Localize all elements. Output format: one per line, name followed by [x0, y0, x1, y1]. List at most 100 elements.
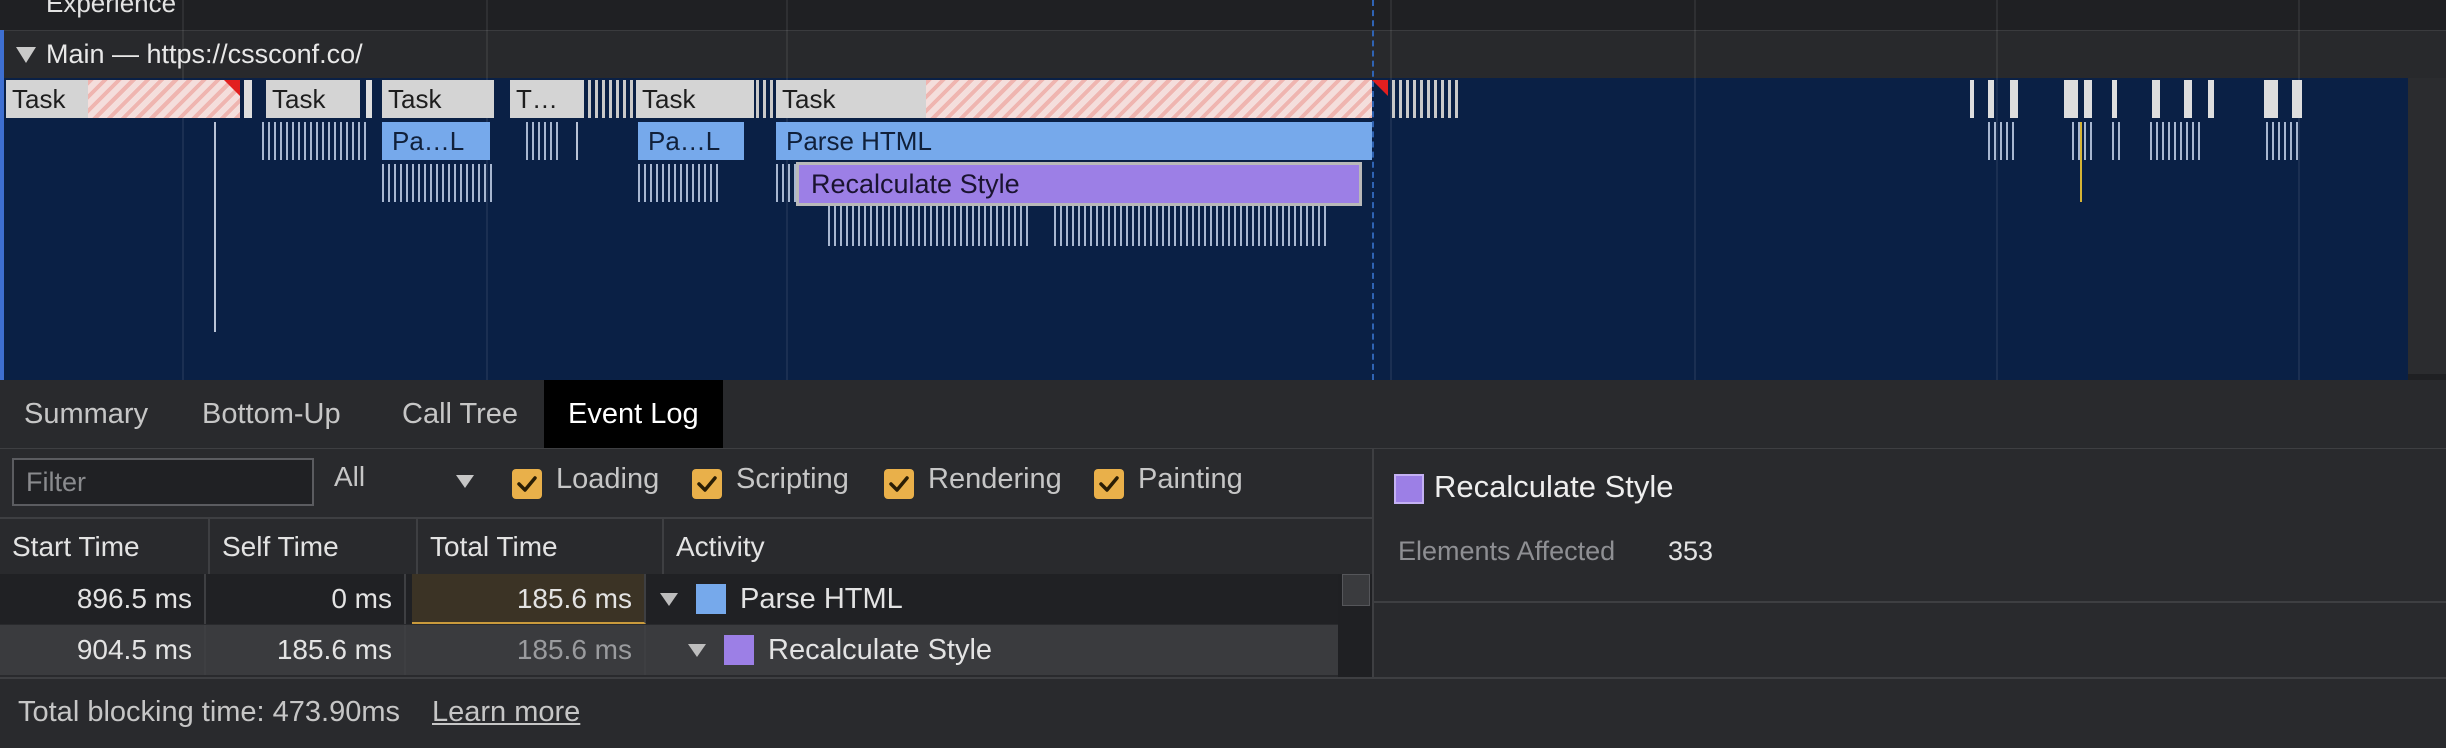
column-self-time[interactable]: Self Time	[210, 519, 418, 574]
details-tab-bar: Summary Bottom-Up Call Tree Event Log	[0, 380, 2446, 449]
task-block[interactable]: Task	[636, 80, 754, 118]
call-slivers	[638, 164, 718, 202]
call-slivers	[776, 164, 796, 202]
task-sliver[interactable]	[2112, 80, 2117, 118]
table-header: Start Time Self Time Total Time Activity	[0, 517, 1372, 576]
long-task-flag-icon	[1372, 80, 1388, 96]
recalculate-style-block[interactable]: Recalculate Style	[796, 162, 1362, 206]
task-sliver[interactable]	[2010, 80, 2018, 118]
call-slivers	[2150, 122, 2200, 160]
painting-label[interactable]: Painting	[1138, 463, 1243, 496]
flame-chart[interactable]: Experience Main — https://cssconf.co/ Ta…	[0, 0, 2446, 380]
main-thread-header[interactable]: Main — https://cssconf.co/	[0, 30, 2446, 79]
activity-name: Parse HTML	[740, 583, 903, 615]
status-footer: Total blocking time: 473.90ms Learn more	[0, 677, 2446, 748]
call-stack-thin	[214, 122, 216, 332]
start-time-cell: 896.5 ms	[0, 574, 206, 624]
call-slivers	[2266, 122, 2302, 160]
filter-input[interactable]	[12, 458, 314, 506]
task-slivers	[1392, 80, 1462, 118]
column-start-time[interactable]: Start Time	[0, 519, 210, 574]
parse-html-block[interactable]: Parse HTML	[776, 122, 1372, 160]
collapse-triangle-icon[interactable]	[16, 47, 36, 63]
long-task-hatch	[88, 80, 240, 118]
task-sliver[interactable]	[2184, 80, 2192, 118]
time-marker-line	[1372, 0, 1374, 380]
flame-scrollbar[interactable]	[2408, 78, 2446, 374]
expand-triangle-icon[interactable]	[688, 644, 706, 657]
task-sliver[interactable]	[1970, 80, 1974, 118]
tab-bottom-up[interactable]: Bottom-Up	[178, 380, 365, 448]
call-slivers	[262, 122, 368, 160]
task-slivers	[588, 80, 634, 118]
parse-html-short-block[interactable]: Pa…L	[638, 122, 744, 160]
call-slivers	[1054, 206, 1330, 246]
call-slivers	[526, 122, 560, 160]
task-sliver[interactable]	[2208, 80, 2214, 118]
table-row[interactable]: 896.5 ms 0 ms 185.6 ms Parse HTML	[0, 574, 1338, 624]
call-stack-thin	[576, 122, 578, 160]
task-sliver[interactable]	[2264, 80, 2278, 118]
call-slivers	[2072, 122, 2092, 160]
table-scrollbar[interactable]	[1338, 574, 1372, 677]
loading-label[interactable]: Loading	[556, 463, 659, 496]
learn-more-link[interactable]: Learn more	[432, 696, 580, 729]
grid-line	[1390, 0, 1392, 380]
main-thread-label: Main — https://cssconf.co/	[46, 39, 363, 69]
call-slivers	[828, 206, 1032, 246]
task-slivers	[756, 80, 776, 118]
filter-toolbar: All Loading Scripting Rendering Painting	[0, 449, 1372, 517]
details-divider	[1374, 601, 2446, 603]
total-blocking-time: Total blocking time: 473.90ms	[18, 696, 401, 728]
tab-summary[interactable]: Summary	[0, 380, 172, 448]
parse-html-short-block[interactable]: Pa…L	[382, 122, 490, 160]
call-slivers	[1988, 122, 2014, 160]
long-task-hatch	[926, 80, 1372, 118]
task-sliver[interactable]	[1988, 80, 1994, 118]
column-total-time[interactable]: Total Time	[418, 519, 664, 574]
self-time-cell: 185.6 ms	[206, 625, 406, 675]
rendering-checkbox[interactable]	[884, 469, 914, 499]
details-title: Recalculate Style	[1434, 469, 1674, 504]
loading-checkbox[interactable]	[512, 469, 542, 499]
scripting-checkbox[interactable]	[692, 469, 722, 499]
task-block[interactable]: T…	[510, 80, 584, 118]
task-sliver[interactable]	[2292, 80, 2302, 118]
task-sliver[interactable]	[244, 80, 252, 118]
chevron-down-icon[interactable]	[456, 475, 474, 488]
task-block[interactable]: Task	[266, 80, 360, 118]
task-block[interactable]: Task	[382, 80, 494, 118]
tab-event-log[interactable]: Event Log	[544, 380, 723, 448]
elements-affected-value: 353	[1668, 536, 1714, 566]
long-task-flag-icon	[224, 80, 240, 96]
duration-filter-select[interactable]: All	[334, 461, 365, 493]
table-row-selected[interactable]: 904.5 ms 185.6 ms 185.6 ms Recalculate S…	[0, 625, 1338, 675]
task-sliver[interactable]	[366, 80, 372, 118]
total-time-cell: 185.6 ms	[412, 574, 646, 624]
rendering-color-swatch	[1394, 474, 1424, 504]
task-sliver[interactable]	[2064, 80, 2078, 118]
call-slivers	[2112, 122, 2120, 160]
grid-line	[1996, 0, 1998, 380]
call-stack-thin	[2080, 122, 2082, 202]
track-selection-accent	[0, 30, 4, 380]
event-log-table: Start Time Self Time Total Time Activity…	[0, 517, 1372, 677]
expand-triangle-icon[interactable]	[660, 593, 678, 606]
table-scrollbar-thumb[interactable]	[1342, 574, 1370, 606]
total-time-cell: 185.6 ms	[412, 625, 646, 675]
call-slivers	[382, 164, 494, 202]
activity-name: Recalculate Style	[768, 634, 993, 666]
elements-affected-label: Elements Affected	[1398, 536, 1616, 566]
experience-track-label: Experience	[46, 0, 177, 18]
painting-checkbox[interactable]	[1094, 469, 1124, 499]
task-sliver[interactable]	[2084, 80, 2092, 118]
grid-line	[1694, 0, 1696, 380]
details-pane: Recalculate Style Elements Affected 353	[1374, 449, 2446, 677]
scripting-label[interactable]: Scripting	[736, 463, 849, 496]
grid-line	[182, 0, 184, 380]
tab-call-tree[interactable]: Call Tree	[378, 380, 542, 448]
loading-color-swatch	[696, 584, 726, 614]
task-sliver[interactable]	[2152, 80, 2160, 118]
rendering-label[interactable]: Rendering	[928, 463, 1062, 496]
column-activity[interactable]: Activity	[664, 519, 1372, 574]
